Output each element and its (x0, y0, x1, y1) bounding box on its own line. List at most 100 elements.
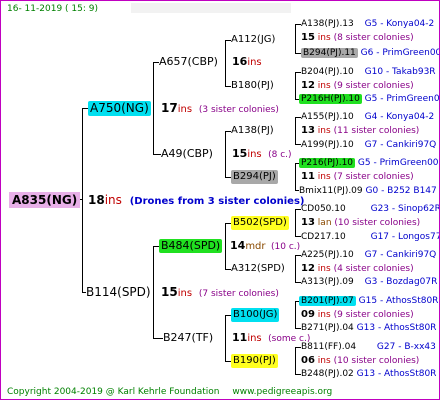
g3-ins-unit: ins (317, 172, 331, 182)
mother-a138[interactable]: A138(PJ) (231, 124, 274, 138)
g1-bottom-id[interactable]: P216H(PJ).10 (299, 94, 362, 104)
node-b247[interactable]: B247(TF) (163, 331, 213, 345)
footer: Copyright 2004-2019 @ Karl Kehrle Founda… (7, 385, 332, 399)
mother-b100[interactable]: B100(JG) (231, 308, 280, 322)
mother-b190[interactable]: B190(PJ) (231, 354, 278, 368)
g0-bottom-row: B294(PJ).11 G6 - PrimGreen00 (301, 46, 440, 60)
root-ins-row: 18ins (Drones from 3 sister colonies) (88, 192, 305, 210)
g3-ins-num: 11 (301, 171, 315, 182)
g5-ins-num: 12 (301, 263, 315, 274)
node-a49[interactable]: A49(CBP) (161, 147, 213, 161)
g6-ins-num: 09 (301, 309, 315, 320)
g7-ins-unit: ins (317, 356, 331, 366)
g4-ins-unit: lan (317, 218, 332, 228)
g7-bottom-tag: G13 - AthosSt80R (356, 369, 437, 379)
mother-a312[interactable]: A312(SPD) (231, 262, 285, 276)
g2-bottom-row: A199(PJ).10 G7 - Cankiri97Q (301, 138, 436, 152)
node-a657[interactable]: A657(CBP) (159, 55, 218, 69)
g5-bottom-id[interactable]: A313(PJ).09 (301, 277, 354, 287)
g0-ins-num: 15 (301, 32, 315, 43)
g0-ins-unit: ins (317, 33, 331, 43)
root-note: (Drones from 3 sister colonies) (129, 196, 305, 207)
g2-ins-num: 13 (301, 125, 315, 136)
footer-copyright: Copyright 2004-2019 @ Karl Kehrle Founda… (7, 387, 220, 397)
g4-ins-row: 13 lan (10 sister colonies) (301, 216, 420, 230)
node-a49-ins-unit: ins (247, 149, 262, 160)
node-b484[interactable]: B484(SPD) (159, 239, 223, 253)
g1-ins-unit: ins (317, 81, 331, 91)
mother-b294[interactable]: B294(PJ) (231, 170, 278, 184)
g4-top-id[interactable]: CD050.10 (301, 204, 346, 214)
node-a49-ins-num: 15 (232, 147, 248, 160)
g1-note: (9 sister colonies) (333, 81, 414, 91)
g5-top-id[interactable]: A225(PJ).10 (301, 250, 354, 260)
g4-bottom-row: CD217.10 G17 - Longos77R (301, 230, 439, 244)
node-a750-ins-unit: ins (177, 104, 193, 115)
g6-top-tag: G15 - AthosSt80R (358, 296, 439, 306)
node-b484-ins: 14mdr (10 c.) (230, 239, 300, 254)
g0-bottom-tag: G6 - PrimGreen00 (360, 48, 440, 58)
g2-top-id[interactable]: A155(PJ).10 (301, 112, 354, 122)
g0-top-row: A138(PJ).13 G5 - Konya04-2 (301, 17, 434, 31)
node-a750[interactable]: A750(NG) (88, 101, 151, 116)
g4-note: (10 sister colonies) (334, 218, 421, 228)
g2-bottom-id[interactable]: A199(PJ).10 (301, 140, 354, 150)
node-b484-ins-num: 14 (230, 239, 246, 252)
g5-bottom-row: A313(PJ).09 G3 - Bozdag07R (301, 275, 437, 289)
g5-note: (4 sister colonies) (333, 264, 414, 274)
g1-ins-row: 12 ins (9 sister colonies) (301, 79, 414, 93)
mother-b180[interactable]: B180(PJ) (231, 79, 274, 93)
mother-a112[interactable]: A112(JG) (231, 33, 275, 47)
footer-site-link[interactable]: www.pedigreeapis.org (232, 387, 332, 397)
g1-top-id[interactable]: B204(PJ).10 (301, 67, 354, 77)
g6-ins-unit: ins (317, 310, 331, 320)
g3-bottom-id[interactable]: Bmix11(PJ).09 (299, 186, 363, 196)
node-b114-note: (7 sister colonies) (198, 289, 279, 299)
g5-ins-unit: ins (317, 264, 331, 274)
g0-note: (8 sister colonies) (333, 33, 414, 43)
g7-top-id[interactable]: B811(FF).04 (301, 342, 356, 352)
g2-ins-unit: ins (317, 126, 331, 136)
node-a750-ins: 17ins (3 sister colonies) (161, 101, 279, 118)
g6-top-row: B201(PJ).07 G15 - AthosSt80R (299, 294, 438, 308)
g0-top-id[interactable]: A138(PJ).13 (301, 19, 354, 29)
g2-top-row: A155(PJ).10 G4 - Konya04-2 (301, 110, 434, 124)
node-a750-note: (3 sister colonies) (198, 105, 279, 115)
mother-b502[interactable]: B502(SPD) (231, 216, 289, 230)
g7-bottom-row: B248(PJ).02 G13 - AthosSt80R (301, 367, 436, 381)
node-b114[interactable]: B114(SPD) (86, 285, 151, 300)
g7-top-tag: G27 - B-xx43 (376, 342, 436, 352)
g6-note: (9 sister colonies) (333, 310, 414, 320)
g5-top-row: A225(PJ).10 G7 - Cankiri97Q (301, 248, 436, 262)
g7-ins-num: 06 (301, 355, 315, 366)
node-b247-ins-num: 11 (232, 331, 248, 344)
g0-bottom-id[interactable]: B294(PJ).11 (301, 48, 358, 58)
g3-top-tag: G5 - PrimGreen00 (357, 158, 439, 168)
g6-bottom-tag: G13 - AthosSt80R (356, 323, 437, 333)
g3-top-row: P216(PJ).10 G5 - PrimGreen00 (299, 156, 439, 170)
g5-ins-row: 12 ins (4 sister colonies) (301, 262, 414, 276)
g1-bottom-tag: G5 - PrimGreen00 (364, 94, 440, 104)
g4-top-tag: G23 - Sinop62R (370, 204, 440, 214)
node-a657-ins: 16ins (232, 55, 262, 70)
g2-note: (11 sister colonies) (333, 126, 420, 136)
node-a657-ins-num: 16 (232, 55, 248, 68)
g4-bottom-id[interactable]: CD217.10 (301, 232, 346, 242)
node-a49-ins: 15ins (8 c.) (232, 147, 292, 162)
g2-bottom-tag: G7 - Cankiri97Q (364, 140, 437, 150)
g5-top-tag: G7 - Cankiri97Q (364, 250, 437, 260)
g6-top-id[interactable]: B201(PJ).07 (299, 296, 356, 306)
g7-bottom-id[interactable]: B248(PJ).02 (301, 369, 354, 379)
node-b114-ins-unit: ins (177, 288, 193, 299)
root-queen-label[interactable]: A835(NG) (9, 192, 81, 208)
node-a750-ins-num: 17 (161, 101, 178, 115)
g6-bottom-row: B271(PJ).04 G13 - AthosSt80R (301, 321, 436, 335)
g7-ins-row: 06 ins (10 sister colonies) (301, 354, 419, 368)
g0-top-tag: G5 - Konya04-2 (364, 19, 435, 29)
g6-bottom-id[interactable]: B271(PJ).04 (301, 323, 354, 333)
g3-ins-row: 11 ins (7 sister colonies) (301, 170, 414, 184)
g3-top-id[interactable]: P216(PJ).10 (299, 158, 356, 168)
g1-top-row: B204(PJ).10 G10 - Takab93R (301, 65, 436, 79)
g4-ins-num: 13 (301, 217, 315, 228)
root-ins-unit: ins (104, 193, 122, 207)
